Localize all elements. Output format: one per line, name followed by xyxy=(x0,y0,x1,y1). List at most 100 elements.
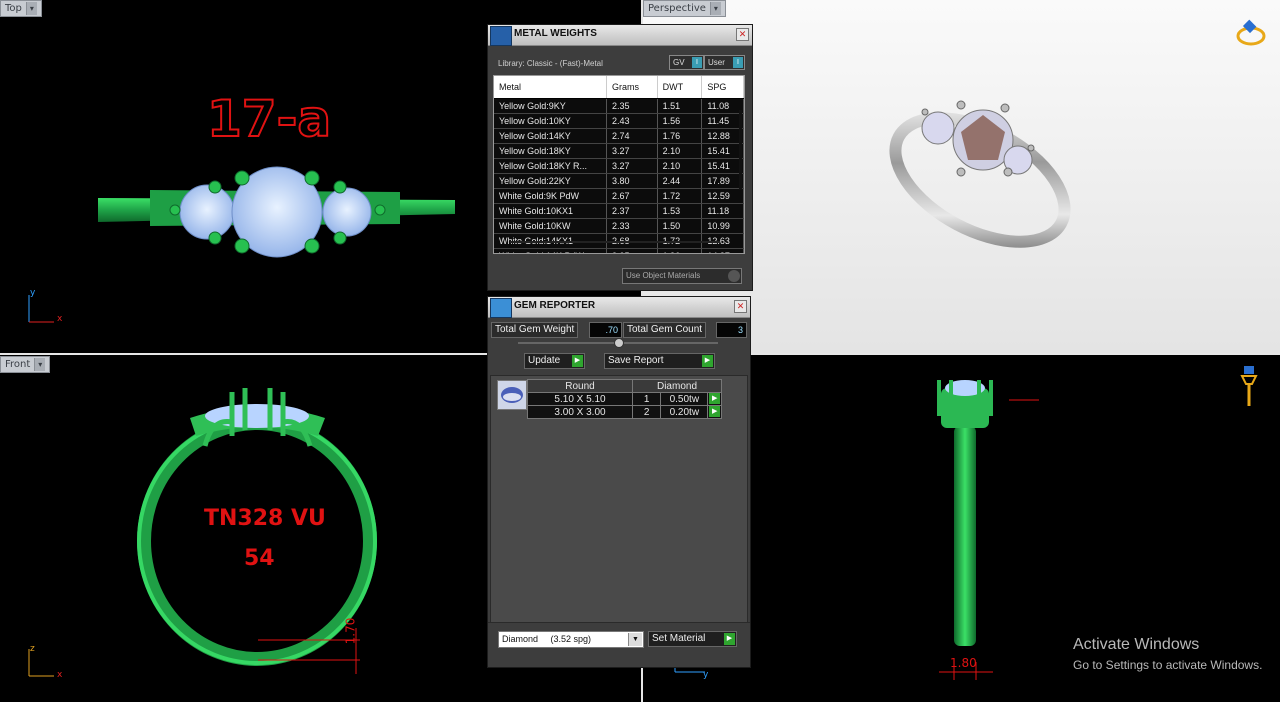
gem-reporter-panel: GEM REPORTER ✕ Total Gem Weight .70 Tota… xyxy=(487,296,751,668)
spg-value: 11.45 xyxy=(702,114,744,128)
material-select[interactable]: Diamond (3.52 spg) ▼ xyxy=(498,631,644,648)
use-object-materials-toggle[interactable]: Use Object Materials xyxy=(622,268,742,284)
table-row[interactable]: Yellow Gold:18KY 3.27 2.10 15.41 xyxy=(494,144,744,159)
user-toggle[interactable]: User I xyxy=(704,55,745,70)
set-material-button[interactable]: Set Material ▶ xyxy=(648,631,737,647)
slider-knob[interactable] xyxy=(614,338,624,348)
metal-weights-titlebar[interactable]: METAL WEIGHTS ✕ xyxy=(488,25,752,46)
metal-name: White Gold:10KX1 xyxy=(494,204,608,218)
spg-value: 12.88 xyxy=(702,129,744,143)
table-row[interactable]: Yellow Gold:22KY 3.80 2.44 17.89 xyxy=(494,174,744,189)
pendant-icon[interactable] xyxy=(1238,362,1260,412)
metal-weights-body: Library: Classic - (Fast)-Metal GV I User… xyxy=(488,46,752,290)
dwt-value: 1.53 xyxy=(658,204,703,218)
viewport-top[interactable]: Top ▾ 17-a y x xyxy=(0,0,487,353)
play-icon[interactable]: ▶ xyxy=(709,393,721,405)
gem-size: 5.10 X 5.10 xyxy=(527,392,633,406)
table-row[interactable]: Yellow Gold:18KY R... 3.27 2.10 15.41 xyxy=(494,159,744,174)
total-gem-count-label: Total Gem Count xyxy=(623,322,707,338)
dwt-value: 2.44 xyxy=(658,174,703,188)
metal-weights-header: Metal Grams DWT SPG xyxy=(494,76,744,99)
spg-value: 17.89 xyxy=(702,174,744,188)
report-icon xyxy=(490,298,512,318)
spg-value: 15.41 xyxy=(702,144,744,158)
spg-value: 14.37 xyxy=(702,249,744,253)
gem-count: 1 xyxy=(631,392,662,406)
grams-value: 3.05 xyxy=(607,249,658,253)
gem-weight: 0.20tw xyxy=(660,405,709,419)
report-slider[interactable] xyxy=(518,338,718,348)
gem-reporter-body: Total Gem Weight .70 Total Gem Count 3 U… xyxy=(488,318,750,667)
dwt-value: 2.10 xyxy=(658,144,703,158)
grams-value: 2.35 xyxy=(607,99,658,113)
metal-name: Yellow Gold:9KY xyxy=(494,99,608,113)
dwt-value: 1.96 xyxy=(658,249,703,253)
axis-label-y: y xyxy=(703,670,709,680)
metal-name: White Gold:9K PdW xyxy=(494,189,608,203)
activate-windows-title: Activate Windows xyxy=(1073,636,1200,653)
close-icon[interactable]: ✕ xyxy=(734,300,747,313)
spg-value: 10.99 xyxy=(702,219,744,233)
dwt-value: 1.72 xyxy=(658,189,703,203)
save-report-button[interactable]: Save Report ▶ xyxy=(604,353,715,369)
library-label: Library: Classic - (Fast)-Metal xyxy=(498,59,603,68)
col-header-dwt[interactable]: DWT xyxy=(658,76,703,98)
table-row[interactable]: Yellow Gold:9KY 2.35 1.51 11.08 xyxy=(494,99,744,114)
gv-toggle[interactable]: GV I xyxy=(669,55,704,70)
metal-weights-title: METAL WEIGHTS xyxy=(514,28,597,39)
grams-value: 3.80 xyxy=(607,174,658,188)
table-row[interactable]: White Gold:10KW 2.33 1.50 10.99 xyxy=(494,219,744,234)
update-button[interactable]: Update ▶ xyxy=(524,353,585,369)
dimension-label-front: 1.70 xyxy=(343,617,358,645)
gem-table: Round Diamond 5.10 X 5.10 1 0.50tw ▶ 3.0… xyxy=(527,379,722,419)
play-icon: ▶ xyxy=(724,633,735,645)
vertical-scrollbar[interactable] xyxy=(739,110,742,190)
spg-value: 11.08 xyxy=(702,99,744,113)
dwt-value: 1.76 xyxy=(658,129,703,143)
grams-value: 2.33 xyxy=(607,219,658,233)
metal-name: Yellow Gold:18KY R... xyxy=(494,159,608,173)
viewport-front[interactable]: Front ▾ TN328 VU 54 1.70 z x xyxy=(0,356,487,702)
col-header-spg[interactable]: SPG xyxy=(702,76,744,98)
close-icon[interactable]: ✕ xyxy=(736,28,749,41)
grams-value: 3.27 xyxy=(607,144,658,158)
table-row[interactable]: White Gold:10KX1 2.37 1.53 11.18 xyxy=(494,204,744,219)
grams-value: 2.67 xyxy=(607,189,658,203)
gem-icon xyxy=(501,387,523,403)
table-row[interactable]: 5.10 X 5.10 1 0.50tw ▶ xyxy=(527,392,722,406)
table-row[interactable]: Yellow Gold:14KY 2.74 1.76 12.88 xyxy=(494,129,744,144)
col-header-metal[interactable]: Metal xyxy=(494,76,608,98)
grams-value: 2.74 xyxy=(607,129,658,143)
metal-name: White Gold:14K PdW xyxy=(494,249,608,253)
col-header-grams[interactable]: Grams xyxy=(607,76,658,98)
scale-icon xyxy=(490,26,512,46)
dwt-value: 1.56 xyxy=(658,114,703,128)
dimension-label-side: 1.80 xyxy=(950,656,977,670)
axis-label-z: z xyxy=(30,644,35,654)
horizontal-scrollbar[interactable] xyxy=(510,241,720,243)
chevron-down-icon[interactable]: ▼ xyxy=(628,633,642,646)
axis-label-y: y xyxy=(30,288,36,298)
spg-value: 12.59 xyxy=(702,189,744,203)
gem-list-area: Round Diamond 5.10 X 5.10 1 0.50tw ▶ 3.0… xyxy=(490,375,748,627)
table-row[interactable]: White Gold:14K PdW3.051.9614.37 xyxy=(494,249,744,253)
metal-weights-table: Metal Grams DWT SPG Yellow Gold:9KY 2.35 1… xyxy=(493,75,745,254)
play-icon: ▶ xyxy=(702,355,713,367)
toggle-icon: I xyxy=(733,57,743,68)
gem-count: 2 xyxy=(631,405,662,419)
table-row[interactable]: White Gold:9K PdW 2.67 1.72 12.59 xyxy=(494,189,744,204)
table-row[interactable]: 3.00 X 3.00 2 0.20tw ▶ xyxy=(527,405,722,419)
spg-value: 11.18 xyxy=(702,204,744,218)
grams-value: 3.27 xyxy=(607,159,658,173)
gem-reporter-titlebar[interactable]: GEM REPORTER ✕ xyxy=(488,297,750,318)
round-gem-thumbnail[interactable] xyxy=(497,380,527,410)
grams-value: 2.43 xyxy=(607,114,658,128)
total-gem-weight-label: Total Gem Weight xyxy=(491,322,579,338)
gem-reporter-title: GEM REPORTER xyxy=(514,300,596,311)
gem-shape-header: Round xyxy=(527,379,633,393)
metal-weights-panel: METAL WEIGHTS ✕ Library: Classic - (Fast… xyxy=(487,24,753,291)
metal-name: Yellow Gold:22KY xyxy=(494,174,608,188)
table-row[interactable]: Yellow Gold:10KY 2.43 1.56 11.45 xyxy=(494,114,744,129)
play-icon[interactable]: ▶ xyxy=(709,406,721,418)
dwt-value: 1.51 xyxy=(658,99,703,113)
